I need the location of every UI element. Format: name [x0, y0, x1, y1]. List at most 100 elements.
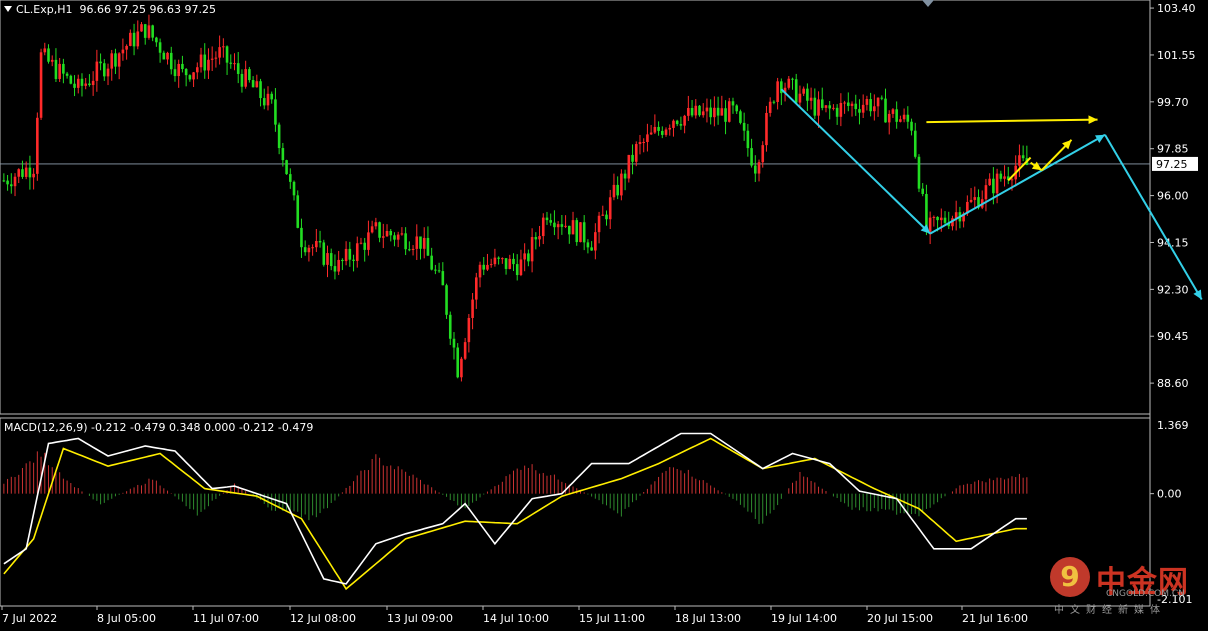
candle-body — [255, 81, 259, 88]
candle-body — [482, 264, 486, 270]
candle-body — [88, 83, 91, 86]
watermark-logo: 9 中金网 CNGOLD.COM.CN 中文财经新媒体 — [1050, 555, 1200, 625]
candle-body — [225, 46, 229, 63]
candle-body — [289, 174, 292, 182]
candle-body — [285, 160, 288, 175]
candle-body — [575, 220, 579, 243]
candle-body — [229, 62, 233, 64]
candle-body — [627, 154, 631, 179]
candle-body — [236, 63, 240, 74]
candle-body — [817, 99, 820, 116]
candle-body — [549, 220, 552, 223]
candle-body — [776, 81, 779, 102]
candle-body — [73, 83, 76, 88]
candle-body — [114, 53, 117, 67]
candle-body — [318, 241, 322, 243]
candle-body — [422, 237, 426, 249]
candle-body — [411, 248, 415, 250]
candle-body — [564, 225, 567, 227]
price-tick-label: 92.30 — [1157, 283, 1189, 296]
candle-body — [233, 63, 236, 65]
candle-body — [895, 109, 898, 122]
candle-body — [858, 109, 861, 113]
candle-body — [716, 107, 720, 116]
candle-body — [385, 231, 389, 237]
price-tick-label: 101.55 — [1157, 49, 1196, 62]
candle-body — [694, 105, 698, 116]
candle-body — [664, 129, 668, 135]
candle-body — [10, 184, 13, 187]
candle-body — [173, 69, 177, 77]
candle-body — [623, 173, 627, 179]
candle-body — [988, 178, 991, 186]
chart-svg[interactable]: 103.40101.5599.7097.8596.0094.1592.3090.… — [0, 0, 1208, 627]
candle-body — [1003, 176, 1006, 179]
candle-body — [735, 105, 738, 112]
candle-body — [634, 144, 638, 162]
candle-body — [657, 126, 660, 131]
candle-body — [266, 93, 270, 106]
yellow-projection-line-head — [1031, 161, 1042, 171]
candle-body — [329, 253, 333, 267]
candle-body — [713, 107, 716, 118]
candle-body — [13, 176, 17, 187]
candle-body — [296, 195, 300, 228]
candle-body — [196, 67, 199, 73]
candle-body — [471, 299, 474, 318]
dropdown-triangle-icon[interactable] — [4, 6, 12, 12]
candle-body — [612, 184, 616, 198]
candle-body — [594, 232, 597, 251]
time-tick-label: 20 Jul 15:00 — [867, 612, 933, 625]
candle-body — [80, 78, 84, 86]
candle-body — [143, 24, 147, 38]
candle-body — [508, 258, 512, 269]
candle-body — [865, 99, 869, 105]
chart-window[interactable]: 103.40 101.55 99.70 97.85 96.00 94.15 92.30 90.… — [0, 0, 1208, 627]
candle-body — [251, 80, 255, 88]
candle-body — [590, 247, 593, 251]
candle-body — [158, 42, 162, 53]
macd-signal-line — [3, 437, 1027, 591]
candle-body — [999, 173, 1003, 179]
candle-body — [475, 277, 478, 300]
time-tick-label: 7 Jul 2022 — [2, 612, 57, 625]
candle-body — [497, 257, 500, 259]
symbol-label: CL.Exp,H1 — [16, 3, 73, 16]
candle-body — [873, 106, 876, 112]
candle-body — [493, 257, 497, 265]
candle-body — [478, 264, 482, 278]
candle-body — [359, 242, 363, 244]
candle-body — [880, 97, 884, 99]
candle-body — [992, 178, 995, 194]
candle-body — [854, 103, 858, 110]
candle-body — [50, 59, 54, 62]
candle-body — [928, 217, 932, 232]
candle-body — [876, 97, 880, 107]
candle-body — [430, 255, 433, 270]
candle-body — [28, 167, 32, 178]
candle-body — [408, 249, 411, 251]
price-tick-label: 97.85 — [1157, 143, 1189, 156]
candle-body — [608, 197, 612, 220]
candle-body — [646, 134, 649, 142]
candle-body — [106, 68, 110, 77]
cyan-trend-line — [929, 133, 1106, 235]
candle-body — [765, 112, 768, 146]
candle-body — [709, 107, 712, 118]
price-tick-label: 88.60 — [1157, 377, 1189, 390]
candle-body — [460, 358, 463, 378]
candle-body — [441, 271, 445, 286]
candle-body — [515, 264, 519, 276]
candle-body — [579, 222, 582, 243]
candle-body — [642, 141, 645, 143]
candle-body — [984, 185, 988, 200]
symbol-header: CL.Exp,H1 96.66 97.25 96.63 97.25 — [4, 3, 216, 16]
candle-body — [489, 264, 493, 266]
candle-body — [768, 101, 772, 113]
candle-body — [501, 258, 504, 260]
candle-body — [824, 105, 828, 108]
candle-body — [434, 269, 437, 271]
candle-body — [355, 243, 359, 261]
candle-body — [292, 181, 296, 196]
logo-site: CNGOLD.COM.CN — [1106, 589, 1185, 599]
